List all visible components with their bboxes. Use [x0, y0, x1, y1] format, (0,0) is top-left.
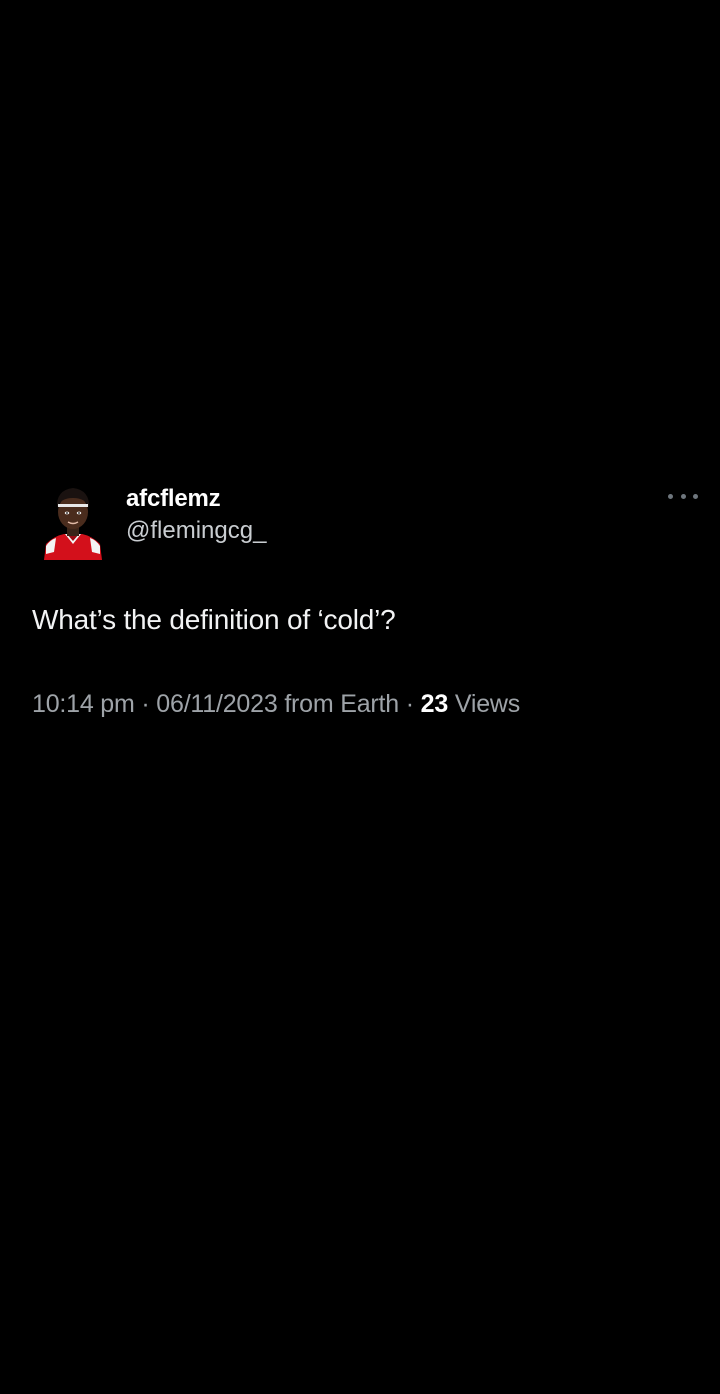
- tweet-time[interactable]: 10:14 pm: [32, 690, 135, 718]
- display-name[interactable]: afcflemz: [126, 484, 266, 514]
- tweet-metadata: 10:14 pm · 06/11/2023 from Earth · 23 Vi…: [32, 690, 520, 719]
- user-names: afcflemz @flemingcg_: [126, 484, 266, 546]
- tweet-source: from Earth: [284, 690, 400, 718]
- more-dot: [680, 493, 686, 499]
- tweet-date[interactable]: 06/11/2023: [156, 690, 277, 718]
- more-dot: [668, 493, 673, 499]
- tweet-card: afcflemz @flemingcg_ What’s the definiti…: [0, 478, 720, 728]
- meta-separator: ·: [405, 690, 414, 718]
- avatar[interactable]: [40, 480, 106, 560]
- user-handle[interactable]: @flemingcg_: [126, 516, 266, 546]
- more-options-icon[interactable]: [668, 486, 698, 506]
- avatar-photo-icon: [40, 480, 106, 560]
- views-label[interactable]: Views: [455, 690, 520, 718]
- views-count[interactable]: 23: [421, 690, 449, 718]
- more-dot: [693, 493, 698, 499]
- meta-separator: ·: [141, 690, 150, 718]
- tweet-text: What’s the definition of ‘cold’?: [32, 604, 396, 635]
